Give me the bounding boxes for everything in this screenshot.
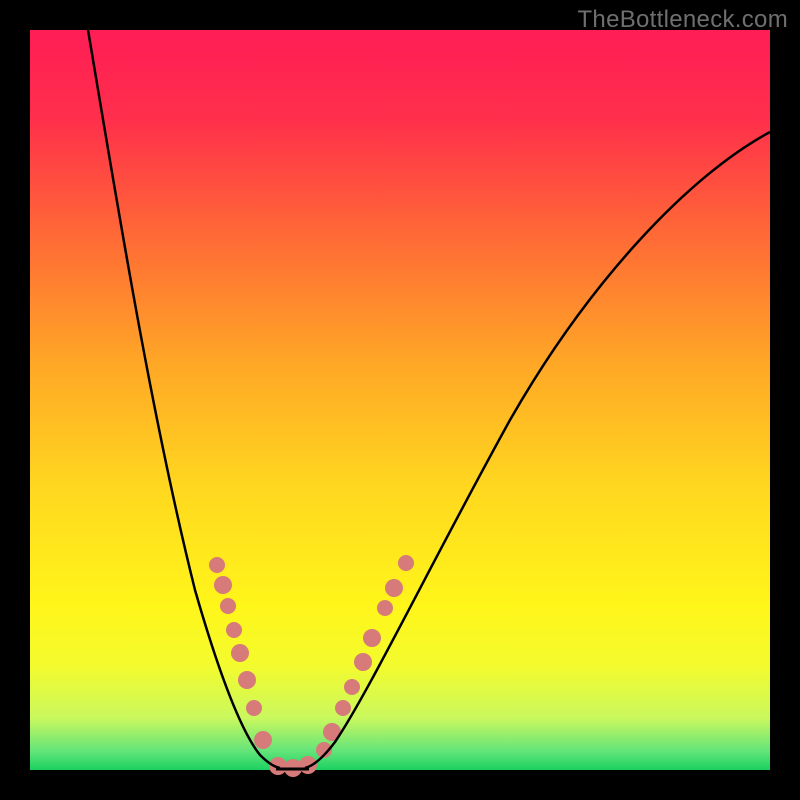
curve-layer <box>30 30 770 770</box>
data-dot <box>238 671 256 689</box>
watermark-text: TheBottleneck.com <box>577 6 788 34</box>
bottleneck-curve-right <box>305 132 770 768</box>
data-dot <box>231 644 249 662</box>
data-dot <box>354 653 372 671</box>
bottleneck-curve-left <box>88 30 280 768</box>
data-dot <box>398 555 414 571</box>
data-dot <box>220 598 236 614</box>
chart-frame: TheBottleneck.com <box>0 0 800 800</box>
data-dot <box>254 731 272 749</box>
data-dot <box>377 600 393 616</box>
data-dot <box>344 679 360 695</box>
data-dot <box>209 557 225 573</box>
data-dots-group <box>209 555 414 777</box>
data-dot <box>214 576 232 594</box>
data-dot <box>385 579 403 597</box>
data-dot <box>363 629 381 647</box>
data-dot <box>226 622 242 638</box>
data-dot <box>335 700 351 716</box>
data-dot <box>246 700 262 716</box>
